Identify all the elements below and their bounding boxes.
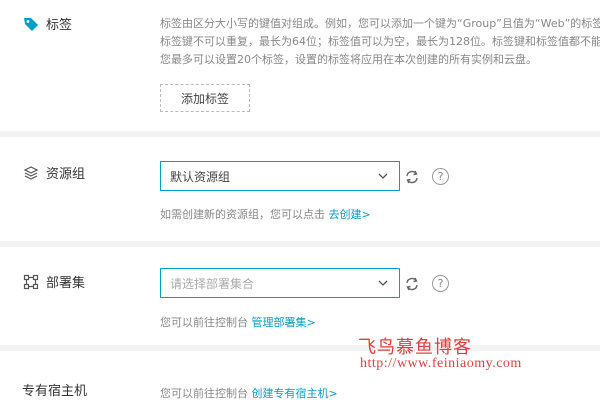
help-icon[interactable]: ? bbox=[432, 275, 449, 292]
dedicated-host-label-row: 专有宿主机 bbox=[22, 380, 87, 399]
tags-label-row: 标签 bbox=[22, 14, 72, 33]
tags-section: 标签 标签由区分大小写的键值对组成。例如，您可以添加一个键为“Group”且值为… bbox=[0, 0, 600, 131]
deployment-set-label: 部署集 bbox=[46, 276, 86, 291]
deployment-set-label-row: 部署集 bbox=[22, 272, 85, 291]
layers-icon bbox=[22, 164, 40, 182]
add-tag-button[interactable]: 添加标签 bbox=[160, 84, 250, 112]
deployment-set-hint: 您可以前往控制台 管理部署集> bbox=[160, 314, 316, 330]
tags-desc-line: 标签键不可以重复，最长为64位；标签值可以为空，最长为128位。标签键和标签值都… bbox=[160, 35, 600, 48]
create-dedicated-host-link[interactable]: 创建专有宿主机> bbox=[252, 387, 338, 400]
deployment-set-hint-text: 您可以前往控制台 bbox=[160, 316, 248, 329]
resource-group-label-row: 资源组 bbox=[22, 163, 85, 182]
resource-group-select[interactable]: 默认资源组 bbox=[160, 161, 400, 191]
help-icon[interactable]: ? bbox=[432, 168, 449, 185]
tags-description: 标签由区分大小写的键值对组成。例如，您可以添加一个键为“Group”且值为“We… bbox=[160, 15, 600, 69]
chevron-down-icon bbox=[377, 277, 389, 289]
dedicated-host-hint-text: 您可以前往控制台 bbox=[160, 387, 248, 400]
dedicated-host-label: 专有宿主机 bbox=[22, 384, 88, 399]
resource-group-section: 资源组 默认资源组 ? 如需创建新的资源组，您可以点击 去创建> bbox=[0, 137, 600, 241]
watermark-url: http://www.feiniaomy.com bbox=[360, 356, 522, 371]
deployment-set-placeholder: 请选择部署集合 bbox=[170, 276, 255, 291]
tags-label: 标签 bbox=[46, 18, 73, 33]
refresh-icon[interactable] bbox=[404, 169, 420, 185]
tags-desc-line: 您最多可以设置20个标签，设置的标签将应用在本次创建的所有实例和云盘。 bbox=[160, 53, 537, 66]
tag-icon bbox=[22, 15, 40, 33]
chevron-down-icon bbox=[377, 170, 389, 182]
cluster-icon bbox=[22, 273, 40, 291]
tags-desc-line: 标签由区分大小写的键值对组成。例如，您可以添加一个键为“Group”且值为“We… bbox=[160, 17, 600, 30]
resource-group-hint: 如需创建新的资源组，您可以点击 去创建> bbox=[160, 206, 371, 222]
deployment-set-section: 部署集 请选择部署集合 ? 您可以前往控制台 管理部署集> bbox=[0, 247, 600, 345]
deployment-set-select[interactable]: 请选择部署集合 bbox=[160, 268, 400, 298]
resource-group-hint-text: 如需创建新的资源组，您可以点击 bbox=[160, 208, 325, 221]
create-resource-group-link[interactable]: 去创建> bbox=[329, 208, 371, 221]
resource-group-label: 资源组 bbox=[46, 167, 86, 182]
resource-group-selected-value: 默认资源组 bbox=[170, 169, 231, 184]
dedicated-host-hint: 您可以前往控制台 创建专有宿主机> bbox=[160, 385, 338, 401]
refresh-icon[interactable] bbox=[404, 276, 420, 292]
manage-deployment-set-link[interactable]: 管理部署集> bbox=[252, 316, 316, 329]
